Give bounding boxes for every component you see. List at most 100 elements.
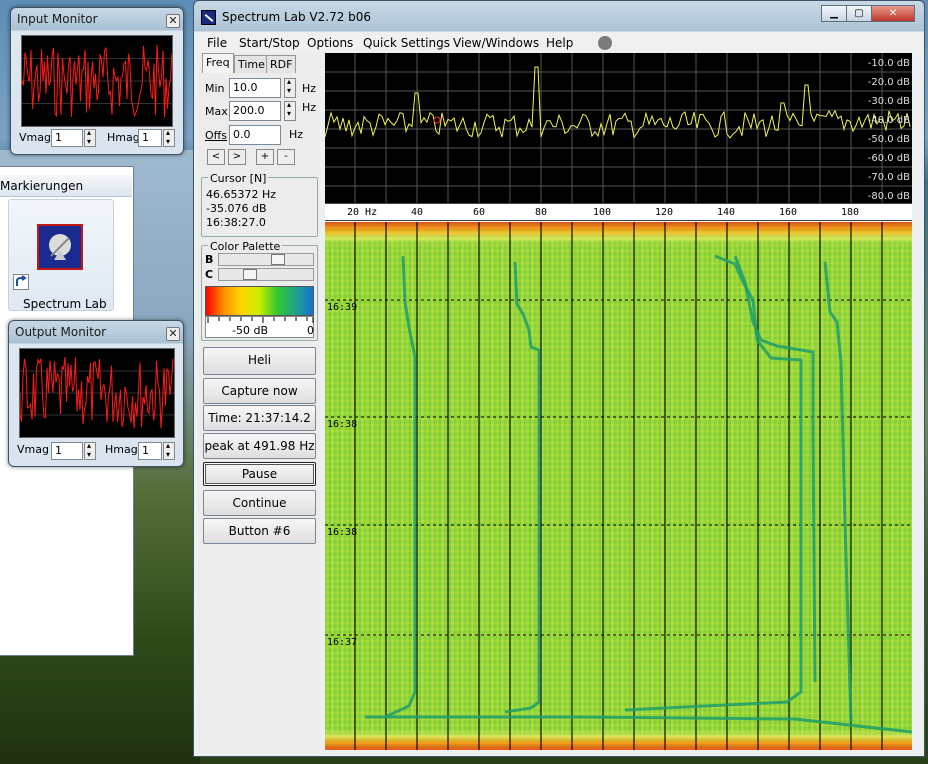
peak-button[interactable]: peak at 491.98 Hz (203, 433, 316, 459)
cursor-frequency: 46.65372 Hz (206, 188, 277, 201)
db-label: -60.0 dB (867, 153, 910, 164)
max-unit: Hz (302, 101, 317, 114)
offset-input[interactable]: 0.0 (229, 125, 281, 145)
contrast-slider[interactable] (218, 268, 314, 281)
explorer-toolbar-label[interactable]: Markierungen (0, 179, 83, 193)
freq-tick-label: 140 (717, 207, 736, 218)
palette-group-title: Color Palette (208, 240, 283, 253)
vmag-stepper[interactable] (84, 128, 96, 147)
palette-scale: -50 dB 0 (205, 316, 314, 338)
close-icon[interactable]: ✕ (166, 14, 180, 28)
spectrum-lab-window[interactable]: Spectrum Lab V2.72 b06 ▁ ▢ ✕ File Start/… (193, 0, 925, 757)
min-unit: Hz (302, 82, 317, 95)
color-palette-group: Color Palette B C -50 dB 0 (201, 240, 318, 341)
input-scope (21, 35, 173, 127)
menu-options[interactable]: Options (307, 36, 353, 50)
min-freq-input[interactable]: 10.0 (229, 78, 281, 98)
palette-min-label: -50 dB (232, 324, 268, 337)
close-button[interactable]: ✕ (871, 5, 915, 22)
brightness-slider[interactable] (218, 253, 314, 266)
cursor-group: Cursor [N] 46.65372 Hz -35.076 dB 16:38:… (201, 172, 318, 237)
db-label: -20.0 dB (867, 77, 910, 88)
hmag-input[interactable]: 1 (138, 442, 162, 460)
vmag-input[interactable]: 1 (51, 442, 83, 460)
capture-now-button[interactable]: Capture now (203, 378, 316, 404)
heli-button[interactable]: Heli (203, 347, 316, 375)
waterfall-display[interactable]: 16:39 16:38 16:38 16:37 (325, 222, 912, 750)
output-monitor-window[interactable]: Output Monitor ✕ Vmag 1 Hmag 1 (8, 320, 184, 467)
vmag-label: Vmag (17, 443, 49, 456)
max-freq-input[interactable]: 200.0 (229, 101, 281, 121)
db-label: -40.0 dB (867, 115, 910, 126)
zoom-out-button[interactable]: - (277, 149, 295, 165)
spectrum-plot[interactable] (324, 53, 912, 203)
tab-freq[interactable]: Freq (202, 53, 234, 73)
freq-tick-label: 180 (841, 207, 860, 218)
satellite-dish-icon (37, 224, 83, 270)
freq-tick-label: 120 (655, 207, 674, 218)
tab-rdf[interactable]: RDF (266, 55, 297, 73)
close-icon[interactable]: ✕ (166, 327, 180, 341)
db-label: -50.0 dB (867, 134, 910, 145)
button-6[interactable]: Button #6 (203, 518, 316, 544)
contrast-label: C (205, 268, 214, 281)
output-scope (19, 348, 175, 438)
menu-view-windows[interactable]: View/Windows (453, 36, 539, 50)
offs-unit: Hz (289, 128, 304, 141)
min-freq-stepper[interactable] (284, 77, 296, 98)
palette-max-label: 0 (307, 324, 314, 337)
time-label: 16:39 (327, 302, 358, 313)
shortcut-arrow-icon (13, 274, 29, 290)
minimize-button[interactable]: ▁ (821, 5, 847, 22)
menu-help[interactable]: Help (546, 36, 573, 50)
cursor-time: 16:38:27.0 (206, 216, 266, 229)
time-label: 16:38 (327, 527, 358, 538)
menu-start-stop[interactable]: Start/Stop (239, 36, 300, 50)
freq-tick-label: 80 (535, 207, 548, 218)
vmag-stepper[interactable] (84, 441, 96, 460)
hmag-stepper[interactable] (163, 128, 175, 147)
contrast-thumb[interactable] (243, 269, 257, 280)
freq-tick-label: 20 Hz (347, 207, 378, 218)
menu-file[interactable]: File (207, 36, 227, 50)
explorer-toolbar: Markierungen (0, 175, 132, 197)
time-label: 16:38 (327, 419, 358, 430)
vmag-label: Vmag (19, 131, 51, 144)
db-label: -80.0 dB (867, 191, 910, 202)
palette-gradient (205, 286, 314, 316)
app-icon[interactable] (201, 10, 216, 25)
menu-bar: File Start/Stop Options Quick Settings V… (198, 33, 922, 53)
hmag-label: Hmag (107, 131, 140, 144)
db-label: -30.0 dB (867, 96, 910, 107)
zoom-in-button[interactable]: + (256, 149, 274, 165)
spectrum-lab-shortcut[interactable]: Spectrum Lab (8, 199, 114, 311)
brightness-thumb[interactable] (271, 254, 285, 265)
cursor-group-title: Cursor [N] (208, 172, 269, 185)
frequency-axis: 20 Hz 40 60 80 100 120 140 160 180 (325, 203, 912, 221)
waterfall-overlay (325, 222, 912, 750)
shift-left-button[interactable]: < (207, 149, 225, 165)
freq-tick-label: 160 (779, 207, 798, 218)
max-label: Max (205, 105, 228, 118)
tab-strip: Freq Time RDF (198, 53, 320, 73)
max-freq-stepper[interactable] (284, 100, 296, 121)
tab-time[interactable]: Time (234, 55, 269, 73)
spectrum-graph[interactable]: -10.0 dB -20.0 dB -30.0 dB -40.0 dB -50.… (324, 53, 912, 203)
continue-button[interactable]: Continue (203, 490, 316, 516)
shift-right-button[interactable]: > (228, 149, 246, 165)
shortcut-label: Spectrum Lab (23, 297, 107, 311)
hmag-input[interactable]: 1 (138, 129, 162, 147)
menu-quick-settings[interactable]: Quick Settings (363, 36, 450, 50)
offs-label: Offs (205, 129, 227, 142)
db-label: -70.0 dB (867, 172, 910, 183)
freq-tick-label: 60 (473, 207, 486, 218)
freq-tick-label: 100 (593, 207, 612, 218)
input-monitor-window[interactable]: Input Monitor ✕ Vmag 1 Hmag 1 (10, 7, 184, 155)
time-label: 16:37 (327, 637, 358, 648)
time-button[interactable]: Time: 21:37:14.2 (203, 405, 316, 431)
window-title: Output Monitor (15, 325, 107, 339)
vmag-input[interactable]: 1 (51, 129, 83, 147)
maximize-button[interactable]: ▢ (846, 5, 872, 22)
hmag-stepper[interactable] (163, 441, 175, 460)
pause-button[interactable]: Pause (203, 462, 316, 486)
